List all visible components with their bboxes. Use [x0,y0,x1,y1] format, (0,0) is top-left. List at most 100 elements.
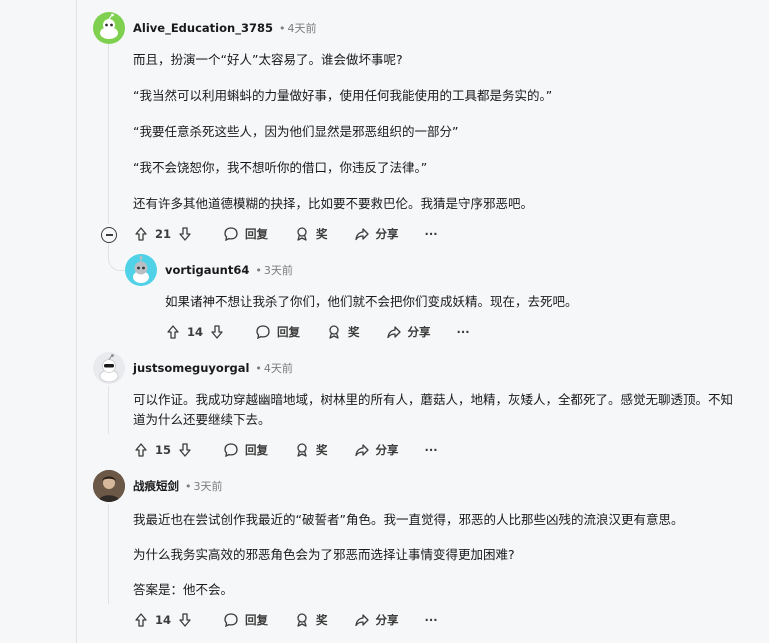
award-button[interactable]: 奖 [294,442,328,458]
upvote-button[interactable] [165,324,181,340]
comment-author[interactable]: 战痕短剑 [133,478,179,494]
share-label: 分享 [375,227,399,241]
vote-count: 21 [155,227,172,241]
award-label: 奖 [316,613,328,627]
reply-label: 回复 [277,325,301,339]
comment-paragraph: 还有许多其他道德模糊的抉择，比如要不要救巴伦。我猜是守序邪恶吧。 [133,196,534,211]
share-button[interactable]: 分享 [354,226,399,242]
vote-count: 14 [155,613,172,627]
comment-paragraph: 而且，扮演一个“好人”太容易了。谁会做坏事呢? [133,52,403,67]
thread-line-main [76,0,77,643]
more-options-icon: ··· [424,227,438,241]
award-icon [297,613,307,627]
comment-header: vortigaunt64 • 3天前 [125,254,293,286]
snoo-avatar-icon [100,13,118,39]
award-icon [329,325,339,339]
comment-header: justsomeguyorgal • 4天前 [93,352,293,384]
comment-actions: 14 回复 奖 分享 ··· [133,608,438,632]
avatar[interactable] [93,12,125,44]
speech-bubble-icon [224,443,238,458]
comment-header: 战痕短剑 • 3天前 [93,470,223,502]
more-options-button[interactable]: ··· [425,613,438,627]
arrow-up-icon [135,443,147,457]
speech-bubble-icon [256,325,270,340]
arrow-down-icon [179,613,191,627]
more-options-icon: ··· [424,613,438,627]
more-options-icon: ··· [424,443,438,457]
more-options-button[interactable]: ··· [425,443,438,457]
thread-line-c4 [108,504,109,604]
arrow-down-icon [211,325,223,339]
share-label: 分享 [375,613,399,627]
more-options-button[interactable]: ··· [457,325,470,339]
reply-button[interactable]: 回复 [223,612,268,628]
comment-actions: 15 回复 奖 分享 ··· [133,438,438,462]
downvote-button[interactable] [177,226,193,242]
comment-time[interactable]: 4天前 [264,360,293,376]
downvote-button[interactable] [209,324,225,340]
comment-author[interactable]: Alive_Education_3785 [133,21,273,35]
snoo-avatar-icon [99,354,119,383]
comment-paragraph: 可以作证。我成功穿越幽暗地域，树林里的所有人，蘑菇人，地精，灰矮人，全都死了。感… [133,392,734,427]
comment-time[interactable]: 4天前 [287,20,316,36]
vote-group: 21 [133,226,193,242]
thread-line-c1 [108,44,109,224]
share-label: 分享 [407,325,431,339]
comment-time[interactable]: 3天前 [264,262,293,278]
award-label: 奖 [316,227,328,241]
vote-group: 14 [165,324,225,340]
share-arrow-icon [354,228,369,241]
reply-button[interactable]: 回复 [255,324,300,340]
award-label: 奖 [348,325,360,339]
comment-paragraph: “我不会饶恕你，我不想听你的借口，你违反了法律。” [133,160,428,175]
upvote-button[interactable] [133,612,149,628]
comment-time[interactable]: 3天前 [194,478,223,494]
award-button[interactable]: 奖 [294,612,328,628]
reply-label: 回复 [245,227,269,241]
reply-connector [108,252,125,271]
share-arrow-icon [354,614,369,627]
share-button[interactable]: 分享 [386,324,431,340]
comment-paragraph: “我当然可以利用蝌蚪的力量做好事，使用任何我能使用的工具都是务实的。” [133,88,553,103]
separator-dot: • [255,263,262,277]
award-label: 奖 [316,443,328,457]
comment-header: Alive_Education_3785 • 4天前 [93,12,316,44]
thread-line-c3 [108,386,109,434]
award-button[interactable]: 奖 [294,226,328,242]
comment-author[interactable]: vortigaunt64 [165,263,249,277]
comment-author[interactable]: justsomeguyorgal [133,361,249,375]
more-options-button[interactable]: ··· [425,227,438,241]
avatar[interactable] [93,352,125,384]
comment-actions: 21 回复 奖 分享 ··· [133,222,438,246]
separator-dot: • [278,21,286,35]
share-button[interactable]: 分享 [354,612,399,628]
reply-button[interactable]: 回复 [223,442,268,458]
collapse-thread-button[interactable] [101,227,117,243]
award-icon [297,443,307,457]
comment-actions: 14 回复 奖 分享 ··· [165,320,470,344]
award-button[interactable]: 奖 [326,324,360,340]
downvote-button[interactable] [177,612,193,628]
arrow-up-icon [135,227,147,241]
snoo-avatar-icon [133,256,149,283]
reply-button[interactable]: 回复 [223,226,268,242]
reply-label: 回复 [245,613,269,627]
downvote-button[interactable] [177,442,193,458]
upvote-button[interactable] [133,442,149,458]
reply-label: 回复 [245,443,269,457]
share-label: 分享 [375,443,399,457]
arrow-up-icon [135,613,147,627]
award-icon [297,227,307,241]
share-arrow-icon [354,444,369,457]
separator-dot: • [185,479,192,493]
avatar[interactable] [93,470,125,502]
separator-dot: • [255,361,262,375]
arrow-up-icon [167,325,179,339]
speech-bubble-icon [224,227,238,242]
comment-paragraph: “我要任意杀死这些人，因为他们显然是邪恶组织的一部分” [133,124,459,139]
share-button[interactable]: 分享 [354,442,399,458]
comment-paragraph: 我最近也在尝试创作我最近的“破誓者”角色。我一直觉得，邪恶的人比那些凶残的流浪汉… [133,512,684,527]
vote-count: 14 [187,325,204,339]
upvote-button[interactable] [133,226,149,242]
avatar[interactable] [125,254,157,286]
